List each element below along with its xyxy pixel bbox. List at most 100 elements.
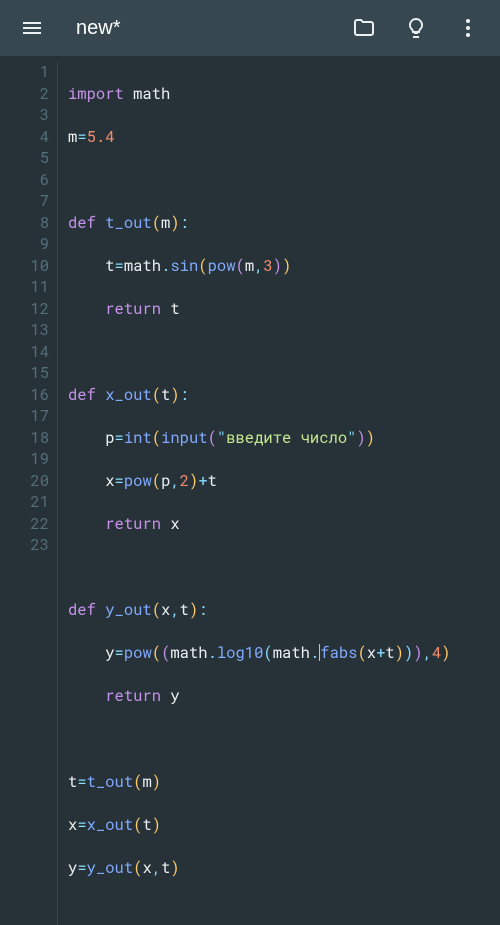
operator: , xyxy=(423,643,432,663)
function-name: y_out xyxy=(105,600,152,620)
folder-icon xyxy=(352,16,376,40)
function-name: t_out xyxy=(105,213,152,233)
line-number: 6 xyxy=(0,170,49,192)
more-vert-icon xyxy=(456,16,480,40)
identifier: y xyxy=(105,643,114,663)
operator: , xyxy=(170,600,179,620)
function-call: log10 xyxy=(217,643,264,663)
function-call: input xyxy=(161,428,208,448)
operator: , xyxy=(152,858,161,878)
function-call: x_out xyxy=(87,815,134,835)
identifier: math xyxy=(273,643,310,663)
function-call: t_out xyxy=(87,772,134,792)
identifier: math xyxy=(124,256,161,276)
identifier: t xyxy=(208,471,217,491)
string-literal: введите число xyxy=(226,428,347,448)
operator: = xyxy=(77,858,86,878)
keyword: return xyxy=(105,299,161,319)
operator: = xyxy=(77,127,86,147)
more-button[interactable] xyxy=(444,4,492,52)
identifier: t xyxy=(68,772,77,792)
identifier: y xyxy=(68,858,77,878)
line-number: 10 xyxy=(0,256,49,278)
line-number: 16 xyxy=(0,385,49,407)
operator: = xyxy=(77,772,86,792)
line-number: 17 xyxy=(0,406,49,428)
line-number: 22 xyxy=(0,514,49,536)
number: 2 xyxy=(180,471,189,491)
operator: + xyxy=(198,471,207,491)
identifier: t xyxy=(105,256,114,276)
number: 4 xyxy=(432,643,441,663)
function-call: fabs xyxy=(320,643,357,663)
lightbulb-icon xyxy=(404,16,428,40)
identifier: m xyxy=(142,772,151,792)
parameter: m xyxy=(161,213,170,233)
line-number: 2 xyxy=(0,84,49,106)
identifier: m xyxy=(68,127,77,147)
keyword: return xyxy=(105,514,161,534)
line-number: 4 xyxy=(0,127,49,149)
identifier: x xyxy=(170,514,179,534)
line-number: 23 xyxy=(0,535,49,557)
operator: , xyxy=(170,471,179,491)
identifier: x xyxy=(367,643,376,663)
identifier: p xyxy=(105,428,114,448)
line-number: 7 xyxy=(0,191,49,213)
function-call: sin xyxy=(170,256,198,276)
string-quote: " xyxy=(217,428,226,448)
number: 3 xyxy=(263,256,272,276)
operator: . xyxy=(208,643,217,663)
parameter: t xyxy=(180,600,189,620)
identifier: x xyxy=(142,858,151,878)
operator: = xyxy=(115,643,124,663)
function-name: x_out xyxy=(105,385,152,405)
keyword: import xyxy=(68,84,124,104)
line-number: 1 xyxy=(0,62,49,84)
line-number: 11 xyxy=(0,277,49,299)
parameter: t xyxy=(161,385,170,405)
keyword: def xyxy=(68,385,96,405)
line-number: 9 xyxy=(0,234,49,256)
menu-button[interactable] xyxy=(8,4,56,52)
identifier: t xyxy=(385,643,394,663)
line-number: 14 xyxy=(0,342,49,364)
open-folder-button[interactable] xyxy=(340,4,388,52)
line-number: 3 xyxy=(0,105,49,127)
line-number: 21 xyxy=(0,492,49,514)
function-call: pow xyxy=(124,471,152,491)
hint-button[interactable] xyxy=(392,4,440,52)
line-number: 8 xyxy=(0,213,49,235)
code-area[interactable]: import math m=5.4 def t_out(m): t=math.s… xyxy=(58,62,500,925)
menu-icon xyxy=(20,16,44,40)
function-call: pow xyxy=(208,256,236,276)
identifier: math xyxy=(170,643,207,663)
function-call: pow xyxy=(124,643,152,663)
identifier: x xyxy=(68,815,77,835)
identifier: t xyxy=(142,815,151,835)
identifier: y xyxy=(170,686,179,706)
operator: . xyxy=(310,643,319,663)
identifier: m xyxy=(245,256,254,276)
line-number: 18 xyxy=(0,428,49,450)
line-number: 13 xyxy=(0,320,49,342)
operator: = xyxy=(77,815,86,835)
parameter: x xyxy=(161,600,170,620)
file-title: new* xyxy=(60,17,336,40)
identifier: x xyxy=(105,471,114,491)
number: 5.4 xyxy=(87,127,115,147)
function-call: y_out xyxy=(87,858,134,878)
identifier: p xyxy=(161,471,170,491)
keyword: return xyxy=(105,686,161,706)
line-number: 15 xyxy=(0,363,49,385)
operator: = xyxy=(115,428,124,448)
line-number: 12 xyxy=(0,299,49,321)
code-editor[interactable]: 1234567891011121314151617181920212223 im… xyxy=(0,56,500,925)
operator: = xyxy=(115,256,124,276)
line-number: 19 xyxy=(0,449,49,471)
keyword: def xyxy=(68,600,96,620)
identifier: t xyxy=(170,299,179,319)
identifier: t xyxy=(161,858,170,878)
keyword: def xyxy=(68,213,96,233)
identifier: math xyxy=(133,84,170,104)
